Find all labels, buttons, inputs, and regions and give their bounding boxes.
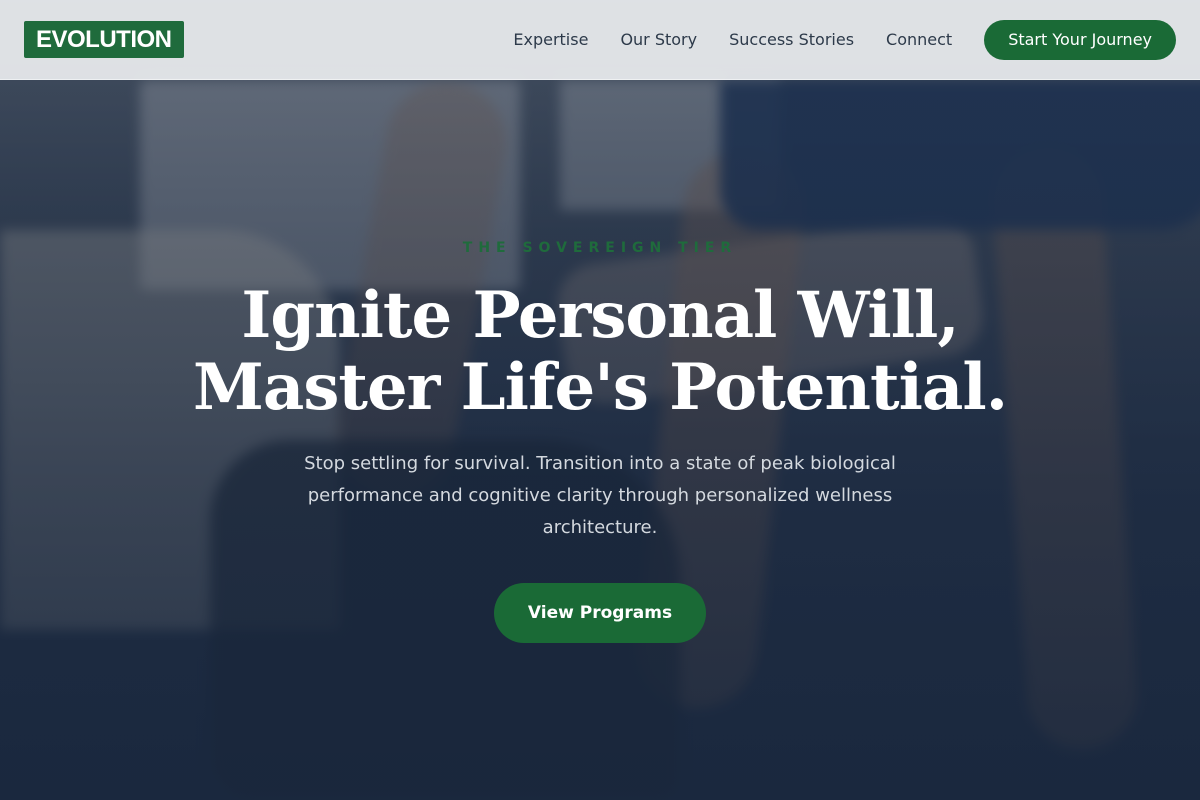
view-programs-button[interactable]: View Programs bbox=[494, 583, 706, 643]
main-nav: Expertise Our Story Success Stories Conn… bbox=[481, 19, 1176, 60]
nav-link-expertise[interactable]: Expertise bbox=[513, 30, 588, 49]
nav-link-our-story[interactable]: Our Story bbox=[620, 30, 697, 49]
hero-subtitle: Stop settling for survival. Transition i… bbox=[304, 453, 896, 538]
logo[interactable]: EVOLUTION bbox=[24, 21, 184, 58]
nav-link-connect[interactable]: Connect bbox=[886, 30, 952, 49]
site-header: EVOLUTION Expertise Our Story Success St… bbox=[0, 0, 1200, 80]
hero-headline: Ignite Personal Will, Master Life's Pote… bbox=[0, 280, 1200, 424]
start-journey-button[interactable]: Start Your Journey bbox=[984, 19, 1176, 60]
hero-headline-line2: Master Life's Potential. bbox=[193, 350, 1008, 425]
hero-headline-line1: Ignite Personal Will, bbox=[241, 278, 959, 353]
nav-link-success-stories[interactable]: Success Stories bbox=[729, 30, 854, 49]
hero-eyebrow: THE SOVEREIGN TIER bbox=[462, 240, 738, 256]
